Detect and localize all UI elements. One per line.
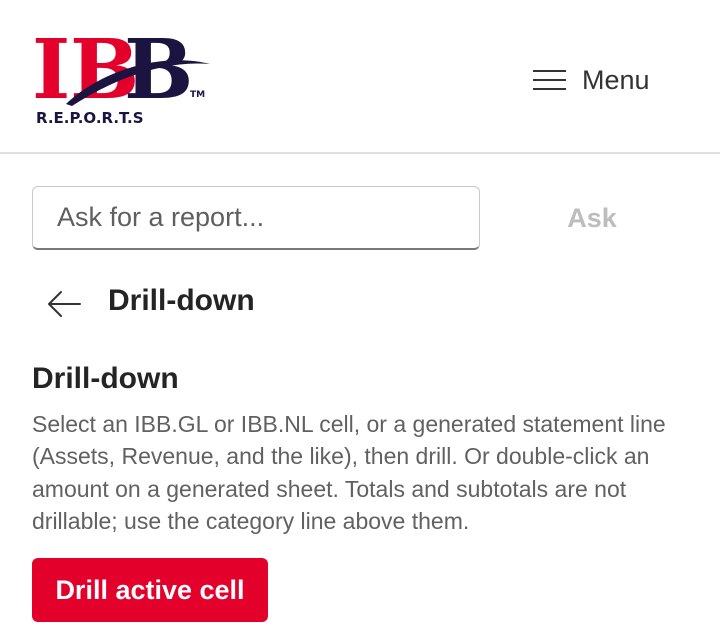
logo-trademark: TM	[190, 90, 205, 100]
page-title: Drill-down	[108, 284, 255, 317]
ask-button[interactable]: Ask	[540, 190, 644, 246]
logo-letter-i: I	[32, 30, 70, 108]
back-button[interactable]	[40, 280, 88, 328]
app-header: I B B TM R.E.P.O.R.T.S Menu	[0, 0, 720, 154]
ibb-reports-logo: I B B TM R.E.P.O.R.T.S	[32, 30, 222, 130]
logo-graphic: I B B TM	[32, 30, 210, 108]
menu-button[interactable]: Menu	[533, 58, 673, 102]
drill-active-cell-button[interactable]: Drill active cell	[32, 558, 268, 622]
report-search-input[interactable]	[32, 186, 480, 250]
hamburger-icon	[533, 69, 566, 91]
section-title: Drill-down	[32, 362, 179, 395]
logo-subtext: R.E.P.O.R.T.S	[36, 109, 144, 127]
menu-label: Menu	[582, 64, 650, 95]
arrow-left-icon	[48, 291, 81, 317]
section-description: Select an IBB.GL or IBB.NL cell, or a ge…	[32, 411, 666, 534]
